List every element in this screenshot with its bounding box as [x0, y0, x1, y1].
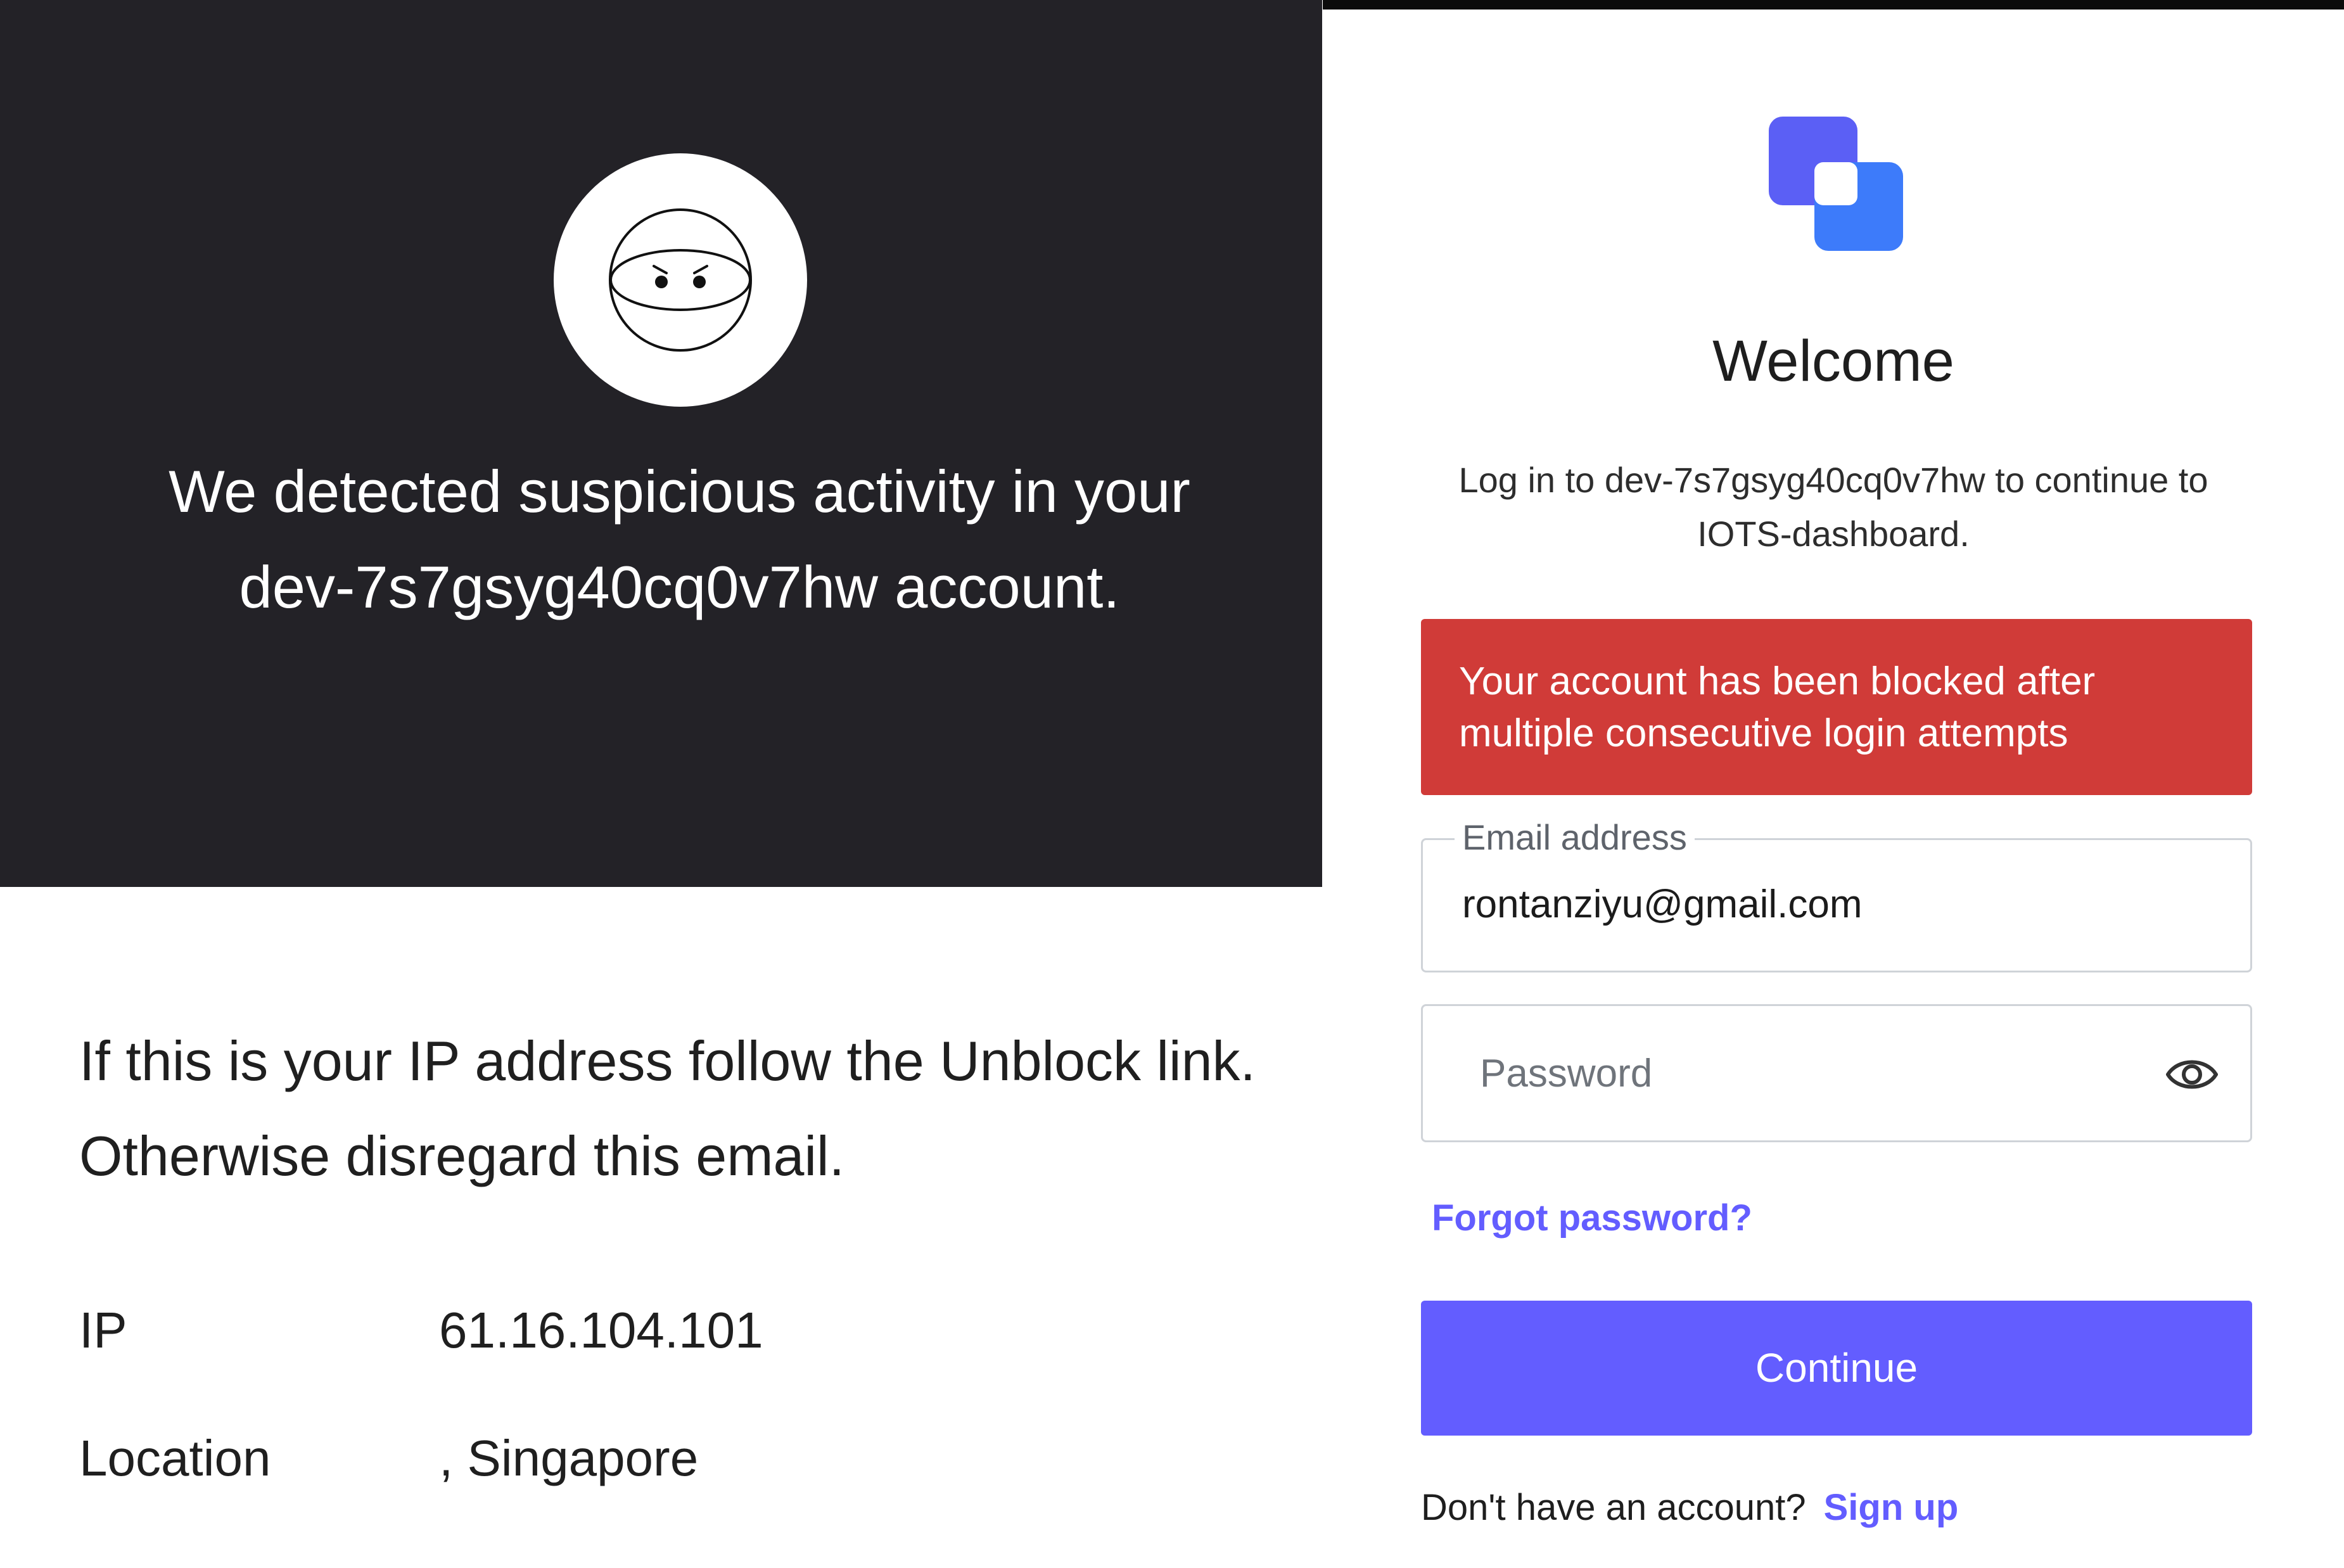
signup-prompt-line: Don't have an account? Sign up — [1421, 1482, 1958, 1533]
app-logo-icon — [1766, 114, 1906, 253]
password-field[interactable]: Password — [1421, 1004, 2252, 1142]
eye-icon[interactable] — [2164, 1049, 2220, 1100]
instruction-line: If this is your IP address follow the Un… — [79, 1029, 1256, 1092]
signup-prompt: Don't have an account? — [1421, 1487, 1806, 1528]
email-header: We detected suspicious activity in your … — [0, 0, 1322, 887]
email-instructions: If this is your IP address follow the Un… — [79, 1014, 1321, 1204]
location-label: Location — [79, 1430, 271, 1486]
login-panel: Welcome Log in to dev-7s7gsyg40cq0v7hw t… — [1323, 10, 2344, 1568]
masked-robot-icon — [554, 153, 807, 407]
welcome-title: Welcome — [1712, 329, 1954, 393]
password-placeholder: Password — [1480, 1052, 1653, 1095]
instruction-line: Otherwise disregard this email. — [79, 1125, 845, 1187]
continue-button[interactable]: Continue — [1421, 1301, 2252, 1436]
email-field-label: Email address — [1455, 812, 1695, 863]
suspicious-activity-headline: We detected suspicious activity in your … — [169, 458, 1190, 620]
sign-up-link[interactable]: Sign up — [1824, 1487, 1959, 1528]
ip-label: IP — [79, 1302, 127, 1358]
forgot-password-link[interactable]: Forgot password? — [1432, 1193, 1752, 1244]
email-field[interactable]: Email address rontanziyu@gmail.com — [1421, 812, 2252, 972]
ip-value: 61.16.104.101 — [439, 1302, 763, 1358]
top-border-strip — [1323, 0, 2344, 10]
login-subtitle: Log in to dev-7s7gsyg40cq0v7hw to contin… — [1458, 460, 2208, 554]
account-blocked-alert: Your account has been blocked after mult… — [1421, 619, 2252, 795]
email-field-value[interactable]: rontanziyu@gmail.com — [1462, 879, 1863, 930]
screenshot-stage: We detected suspicious activity in your … — [0, 0, 2344, 1568]
location-value: , Singapore — [439, 1430, 699, 1486]
